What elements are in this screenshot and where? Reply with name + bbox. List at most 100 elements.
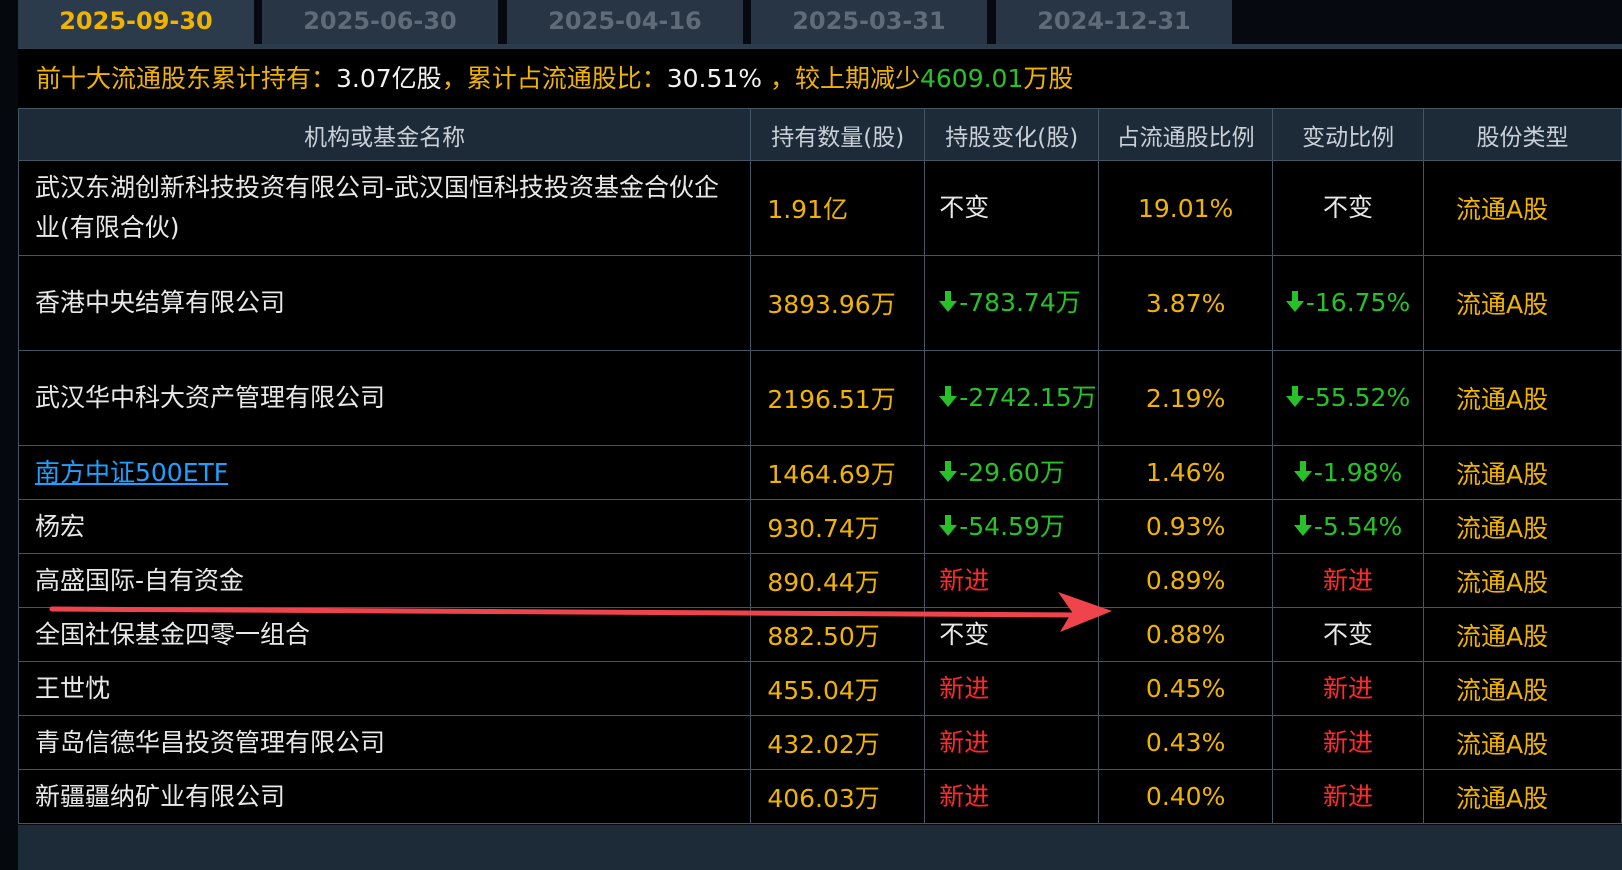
- tab-2025-03-31[interactable]: 2025-03-31: [751, 0, 987, 44]
- ratio-value: -16.75%: [1305, 288, 1411, 317]
- shareholders-table: 机构或基金名称 持有数量(股) 持股变化(股) 占流通股比例 变动比例 股份类型…: [17, 108, 1622, 824]
- col-header-type[interactable]: 股份类型: [1423, 108, 1622, 161]
- table-row[interactable]: 杨宏 930.74万 -54.59万 0.93% -5.54% 流通A股: [17, 499, 1622, 554]
- pct-value: 19.01%: [1137, 193, 1234, 223]
- change-value: 不变: [939, 619, 990, 649]
- cell-ratio: 不变: [1272, 607, 1425, 662]
- table-row[interactable]: 高盛国际-自有资金 890.44万 新进 0.89% 新进 流通A股: [17, 553, 1622, 608]
- ratio-value: 不变: [1323, 193, 1374, 222]
- col-header-name[interactable]: 机构或基金名称: [17, 108, 752, 161]
- cell-holding: 432.02万: [750, 715, 926, 770]
- table-row[interactable]: 青岛信德华昌投资管理有限公司 432.02万 新进 0.43% 新进 流通A股: [17, 715, 1622, 770]
- tab-2025-06-30[interactable]: 2025-06-30: [262, 0, 498, 44]
- cell-name: 新疆疆纳矿业有限公司: [17, 769, 752, 824]
- cell-type: 流通A股: [1423, 607, 1622, 662]
- share-type: 流通A股: [1456, 621, 1549, 651]
- cell-change: -54.59万: [924, 499, 1100, 554]
- share-type: 流通A股: [1456, 675, 1549, 705]
- ratio-value: -5.54%: [1313, 511, 1403, 541]
- cell-change: 新进: [924, 661, 1100, 716]
- tab-2025-09-30[interactable]: 2025-09-30: [18, 0, 254, 44]
- table-row[interactable]: 南方中证500ETF 1464.69万 -29.60万 1.46% -1.98% 流通A股: [17, 445, 1622, 500]
- pct-value: 0.40%: [1145, 782, 1226, 811]
- cell-ratio: 新进: [1272, 715, 1425, 770]
- down-arrow-icon: [1285, 386, 1304, 407]
- holder-name: 武汉华中科大资产管理有限公司: [35, 383, 386, 412]
- cell-type: 流通A股: [1423, 769, 1622, 824]
- ratio-value: 新进: [1323, 673, 1374, 703]
- cell-change: 新进: [924, 715, 1100, 770]
- change-value: 新进: [939, 781, 990, 811]
- cell-holding: 455.04万: [750, 661, 926, 716]
- table-row[interactable]: 王世忱 455.04万 新进 0.45% 新进 流通A股: [17, 661, 1622, 716]
- cell-change: -29.60万: [924, 445, 1100, 500]
- holding-value: 882.50万: [767, 621, 880, 651]
- cell-ratio: -5.54%: [1272, 499, 1425, 554]
- change-value: -783.74万: [959, 288, 1081, 317]
- cell-change: 新进: [924, 769, 1100, 824]
- cell-type: 流通A股: [1423, 255, 1622, 351]
- table-row[interactable]: 香港中央结算有限公司 3893.96万 -783.74万 3.87% -16.75% 流通…: [17, 255, 1622, 351]
- ratio-value: 新进: [1323, 781, 1374, 811]
- holding-value: 1464.69万: [767, 459, 896, 489]
- table-row[interactable]: 武汉华中科大资产管理有限公司 2196.51万 -2742.15万 2.19% -55.…: [17, 350, 1622, 446]
- cell-pct: 0.43%: [1098, 715, 1274, 770]
- holder-name: 武汉东湖创新科技投资有限公司-武汉国恒科技投资基金合伙企业(有限合伙): [35, 173, 720, 242]
- share-type: 流通A股: [1456, 513, 1549, 543]
- holding-value: 1.91亿: [767, 195, 848, 224]
- cell-type: 流通A股: [1423, 445, 1622, 500]
- cell-name: 香港中央结算有限公司: [17, 255, 752, 351]
- col-header-ratio[interactable]: 变动比例: [1272, 108, 1425, 161]
- holder-name: 王世忱: [35, 673, 111, 703]
- summary-change-unit: 万股: [1023, 64, 1074, 93]
- table-row[interactable]: 全国社保基金四零一组合 882.50万 不变 0.88% 不变 流通A股: [17, 607, 1622, 662]
- down-arrow-icon: [939, 386, 958, 407]
- change-value: 新进: [939, 565, 990, 595]
- col-header-holding[interactable]: 持有数量(股): [750, 108, 926, 161]
- holder-name: 全国社保基金四零一组合: [35, 619, 311, 649]
- pct-value: 1.46%: [1145, 458, 1226, 487]
- cell-pct: 3.87%: [1098, 255, 1274, 351]
- cell-ratio: 不变: [1272, 160, 1425, 256]
- holding-value: 2196.51万: [767, 385, 896, 414]
- col-header-change[interactable]: 持股变化(股): [924, 108, 1100, 161]
- down-arrow-icon: [1293, 514, 1312, 536]
- cell-name: 全国社保基金四零一组合: [17, 607, 752, 662]
- ratio-value: -55.52%: [1305, 383, 1411, 412]
- cell-pct: 19.01%: [1098, 160, 1274, 256]
- pct-value: 0.93%: [1145, 512, 1226, 541]
- cell-ratio: 新进: [1272, 661, 1425, 716]
- down-arrow-icon: [939, 514, 958, 536]
- cell-ratio: 新进: [1272, 769, 1425, 824]
- cell-type: 流通A股: [1423, 661, 1622, 716]
- table-row[interactable]: 新疆疆纳矿业有限公司 406.03万 新进 0.40% 新进 流通A股: [17, 769, 1622, 824]
- tab-2025-04-16[interactable]: 2025-04-16: [507, 0, 743, 44]
- cell-change: 新进: [924, 553, 1100, 608]
- share-type: 流通A股: [1456, 729, 1549, 759]
- change-value: -54.59万: [959, 511, 1065, 541]
- cell-change: -2742.15万: [924, 350, 1100, 446]
- cell-holding: 882.50万: [750, 607, 926, 662]
- fund-link[interactable]: 南方中证500ETF: [35, 458, 228, 487]
- summary-change-value: 4609.01: [919, 64, 1024, 93]
- pct-value: 0.88%: [1145, 620, 1226, 649]
- cell-name: 高盛国际-自有资金: [17, 553, 752, 608]
- col-header-pct[interactable]: 占流通股比例: [1098, 108, 1274, 161]
- cell-pct: 1.46%: [1098, 445, 1274, 500]
- down-arrow-icon: [1285, 291, 1304, 312]
- ratio-value: 新进: [1323, 727, 1374, 757]
- cell-type: 流通A股: [1423, 499, 1622, 554]
- share-type: 流通A股: [1456, 385, 1549, 414]
- change-value: 新进: [939, 673, 990, 703]
- cell-change: -783.74万: [924, 255, 1100, 351]
- table-row[interactable]: 武汉东湖创新科技投资有限公司-武汉国恒科技投资基金合伙企业(有限合伙) 1.91亿…: [17, 160, 1622, 256]
- summary-ratio-value: 30.51%: [666, 64, 763, 93]
- holder-name: 新疆疆纳矿业有限公司: [35, 781, 286, 811]
- down-arrow-icon: [939, 291, 958, 312]
- cell-name: 王世忱: [17, 661, 752, 716]
- cell-holding: 2196.51万: [750, 350, 926, 446]
- tab-2024-12-31[interactable]: 2024-12-31: [996, 0, 1232, 44]
- cell-pct: 0.45%: [1098, 661, 1274, 716]
- summary-label-ratio: ，累计占流通股比：: [441, 64, 667, 93]
- cell-holding: 1464.69万: [750, 445, 926, 500]
